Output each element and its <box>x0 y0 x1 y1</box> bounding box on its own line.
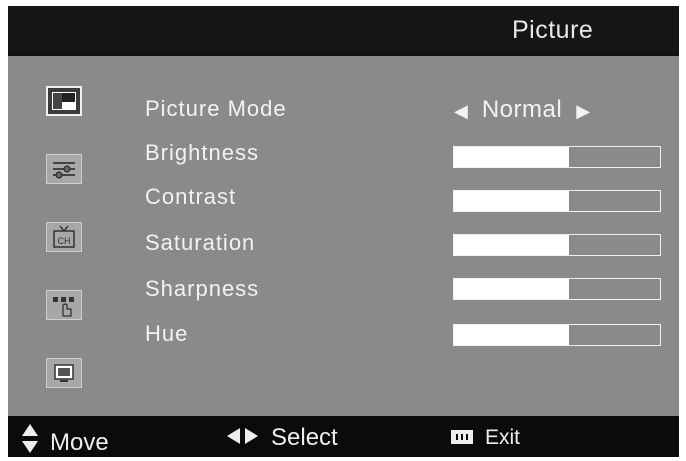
channel-icon[interactable]: CH <box>46 222 82 252</box>
menu-panel: CH Picture Mode Brightness Contrast Satu… <box>8 56 679 416</box>
osd-header: Picture <box>8 6 679 54</box>
mode-right-arrow-icon[interactable]: ▶ <box>576 101 590 122</box>
page-title: Picture <box>512 16 594 44</box>
picture-mode-label[interactable]: Picture Mode <box>145 96 287 122</box>
channel-icon-label: CH <box>58 236 71 246</box>
updown-arrow-icon <box>22 424 38 461</box>
brightness-slider[interactable] <box>453 146 661 168</box>
saturation-level-fill <box>454 235 570 255</box>
brightness-label[interactable]: Brightness <box>145 140 259 166</box>
select-label: Select <box>271 424 338 451</box>
sound-equalizer-icon[interactable] <box>46 154 82 184</box>
brightness-level-fill <box>454 147 570 167</box>
picture-mode-value: Normal <box>481 96 563 123</box>
saturation-label[interactable]: Saturation <box>145 230 255 256</box>
screen-icon[interactable] <box>46 358 82 388</box>
picture-icon[interactable] <box>46 86 82 116</box>
sharpness-slider[interactable] <box>453 278 661 300</box>
saturation-slider[interactable] <box>453 234 661 256</box>
sharpness-label[interactable]: Sharpness <box>145 276 259 302</box>
menu-button-icon <box>451 426 473 450</box>
exit-label: Exit <box>485 426 521 449</box>
osd-footer: Move Select Exit <box>8 416 679 457</box>
leftright-arrow-icon <box>227 424 259 452</box>
exit-hint: Exit <box>451 426 520 450</box>
contrast-label[interactable]: Contrast <box>145 184 236 210</box>
move-label: Move <box>50 428 109 456</box>
osd-window: Picture CH Picture Mode Brightness Contr… <box>8 6 679 457</box>
hue-label[interactable]: Hue <box>145 321 188 347</box>
contrast-slider[interactable] <box>453 190 661 212</box>
select-hint: Select <box>227 424 338 452</box>
hue-level-fill <box>454 325 570 345</box>
contrast-level-fill <box>454 191 570 211</box>
hue-slider[interactable] <box>453 324 661 346</box>
sharpness-level-fill <box>454 279 570 299</box>
picture-mode-selector[interactable]: ◀ Normal ▶ <box>454 96 590 124</box>
features-icon[interactable] <box>46 290 82 320</box>
move-hint: Move <box>22 424 109 461</box>
mode-left-arrow-icon[interactable]: ◀ <box>454 101 468 122</box>
